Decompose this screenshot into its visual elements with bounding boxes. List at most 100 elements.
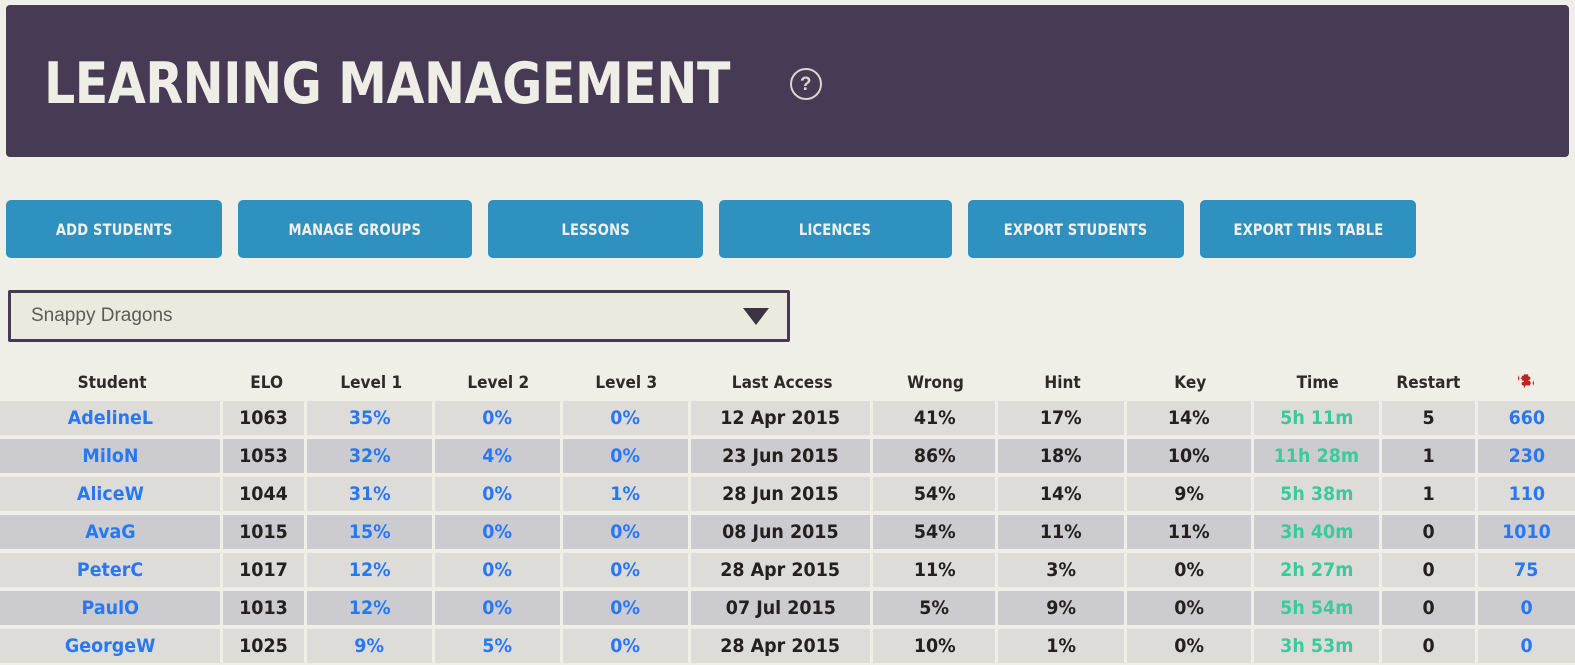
cell-elo-label: 1025 <box>239 635 288 657</box>
cell-student[interactable]: PaulO <box>0 591 220 625</box>
table-row[interactable]: AliceW104431%0%1%28 Jun 201554%14%9%5h 3… <box>0 475 1575 513</box>
cell-wrong: 54% <box>873 477 995 511</box>
table-row[interactable]: MiloN105332%4%0%23 Jun 201586%18%10%11h … <box>0 437 1575 475</box>
column-header-key[interactable]: Key <box>1126 373 1253 392</box>
cell-restart: 5 <box>1382 401 1475 435</box>
cell-student[interactable]: AvaG <box>0 515 220 549</box>
cell-hint-label: 1% <box>1046 635 1076 657</box>
column-header-level-3[interactable]: Level 3 <box>563 373 691 392</box>
column-header-restart[interactable]: Restart <box>1381 373 1476 392</box>
cell-time: 11h 28m <box>1254 439 1379 473</box>
table-header-row: Student ELO Level 1 Level 2 Level 3 Last… <box>0 366 1575 399</box>
cell-puzzle: 0 <box>1478 591 1575 625</box>
column-header-level-1[interactable]: Level 1 <box>308 373 435 392</box>
column-header-time[interactable]: Time <box>1253 373 1381 392</box>
column-header-puzzle[interactable] <box>1476 373 1575 393</box>
cell-wrong-label: 10% <box>913 635 955 657</box>
cell-restart-label: 0 <box>1423 521 1435 543</box>
column-header-level-2-label: Level 2 <box>468 373 530 392</box>
cell-puzzle-label: 0 <box>1520 635 1532 657</box>
table-row[interactable]: AvaG101515%0%0%08 Jun 201554%11%11%3h 40… <box>0 513 1575 551</box>
cell-puzzle-label: 110 <box>1508 483 1544 505</box>
column-header-student-label: Student <box>78 373 147 392</box>
cell-restart-label: 0 <box>1423 559 1435 581</box>
cell-level2-label: 0% <box>482 559 512 581</box>
cell-level3-label: 0% <box>611 597 641 619</box>
chevron-down-icon <box>743 308 769 325</box>
column-header-wrong[interactable]: Wrong <box>873 373 998 392</box>
cell-elo: 1044 <box>223 477 304 511</box>
question-circle-icon[interactable]: ? <box>790 68 822 100</box>
manage-groups-button[interactable]: MANAGE GROUPS <box>238 200 472 258</box>
cell-level3: 0% <box>563 629 688 663</box>
lessons-button[interactable]: LESSONS <box>488 200 703 258</box>
column-header-level-3-label: Level 3 <box>596 373 658 392</box>
cell-wrong: 11% <box>873 553 995 587</box>
export-this-table-button[interactable]: EXPORT THIS TABLE <box>1200 200 1416 258</box>
cell-wrong-label: 5% <box>919 597 949 619</box>
cell-student-label: GeorgeW <box>65 635 155 657</box>
table-row[interactable]: AdelineL106335%0%0%12 Apr 201541%17%14%5… <box>0 399 1575 437</box>
cell-puzzle-label: 75 <box>1514 559 1538 581</box>
cell-level1: 35% <box>307 401 431 435</box>
cell-level3-label: 0% <box>611 635 641 657</box>
cell-last-access-label: 12 Apr 2015 <box>721 407 841 429</box>
cell-puzzle-label: 1010 <box>1502 521 1551 543</box>
export-students-button[interactable]: EXPORT STUDENTS <box>968 200 1184 258</box>
licences-button[interactable]: LICENCES <box>719 200 952 258</box>
cell-student[interactable]: MiloN <box>0 439 220 473</box>
add-students-label: ADD STUDENTS <box>56 220 173 239</box>
cell-puzzle: 0 <box>1478 629 1575 663</box>
page-title: LEARNING MANAGEMENT <box>44 56 730 113</box>
cell-student[interactable]: AdelineL <box>0 401 220 435</box>
cell-level1-label: 35% <box>349 407 391 429</box>
cell-student[interactable]: PeterC <box>0 553 220 587</box>
students-table: Student ELO Level 1 Level 2 Level 3 Last… <box>0 366 1575 665</box>
cell-time-label: 5h 38m <box>1280 483 1353 505</box>
column-header-hint[interactable]: Hint <box>998 373 1126 392</box>
cell-hint: 18% <box>998 439 1123 473</box>
cell-level2: 0% <box>435 477 560 511</box>
cell-elo: 1017 <box>223 553 304 587</box>
table-row[interactable]: GeorgeW10259%5%0%28 Apr 201510%1%0%3h 53… <box>0 627 1575 665</box>
table-row[interactable]: PaulO101312%0%0%07 Jul 20155%9%0%5h 54m0… <box>0 589 1575 627</box>
add-students-button[interactable]: ADD STUDENTS <box>6 200 222 258</box>
cell-puzzle-label: 660 <box>1508 407 1544 429</box>
cell-elo: 1013 <box>223 591 304 625</box>
cell-time-label: 11h 28m <box>1274 445 1359 467</box>
column-header-restart-label: Restart <box>1397 373 1461 392</box>
cell-hint-label: 18% <box>1040 445 1082 467</box>
cell-level2-label: 4% <box>482 445 512 467</box>
cell-puzzle: 75 <box>1478 553 1575 587</box>
column-header-level-2[interactable]: Level 2 <box>435 373 563 392</box>
cell-key: 9% <box>1127 477 1251 511</box>
cell-student[interactable]: GeorgeW <box>0 629 220 663</box>
cell-level3: 0% <box>563 515 688 549</box>
cell-hint: 1% <box>998 629 1123 663</box>
cell-last-access-label: 28 Apr 2015 <box>721 635 841 657</box>
cell-restart: 0 <box>1382 629 1475 663</box>
column-header-student[interactable]: Student <box>0 373 225 392</box>
column-header-elo[interactable]: ELO <box>225 373 308 392</box>
export-this-table-label: EXPORT THIS TABLE <box>1233 220 1383 239</box>
cell-level2: 4% <box>435 439 560 473</box>
cell-puzzle: 110 <box>1478 477 1575 511</box>
cell-student[interactable]: AliceW <box>0 477 220 511</box>
group-select[interactable]: Snappy Dragons <box>8 290 790 342</box>
cell-key: 14% <box>1127 401 1251 435</box>
table-row[interactable]: PeterC101712%0%0%28 Apr 201511%3%0%2h 27… <box>0 551 1575 589</box>
cell-wrong-label: 11% <box>913 559 955 581</box>
cell-last-access: 28 Apr 2015 <box>691 553 870 587</box>
cell-level3-label: 0% <box>611 521 641 543</box>
cell-wrong-label: 86% <box>913 445 955 467</box>
cell-key-label: 0% <box>1174 635 1204 657</box>
cell-time-label: 5h 54m <box>1280 597 1353 619</box>
cell-level1: 15% <box>307 515 431 549</box>
cell-key: 0% <box>1127 553 1251 587</box>
cell-key-label: 0% <box>1174 559 1204 581</box>
cell-level3: 0% <box>563 439 688 473</box>
column-header-last-access[interactable]: Last Access <box>691 373 874 392</box>
cell-elo-label: 1044 <box>239 483 288 505</box>
cell-wrong: 54% <box>873 515 995 549</box>
cell-last-access-label: 23 Jun 2015 <box>722 445 839 467</box>
